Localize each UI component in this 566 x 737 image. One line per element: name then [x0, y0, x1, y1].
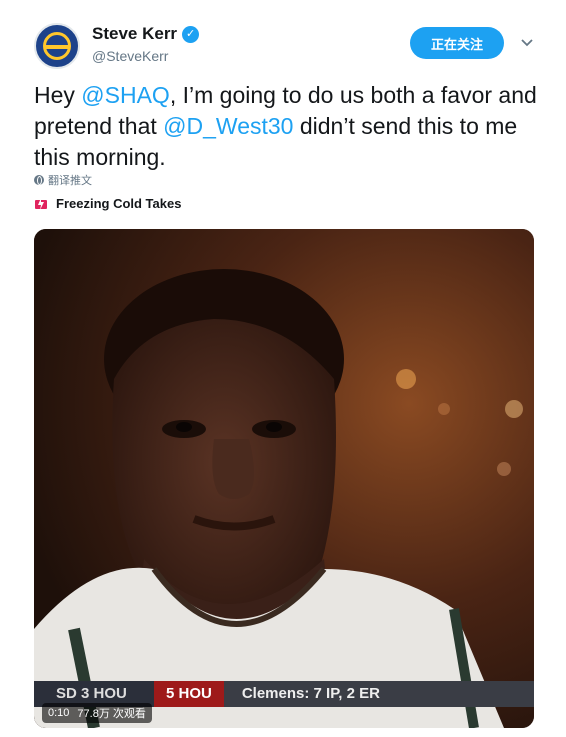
mention-link[interactable]: @D_West30: [163, 113, 293, 139]
moment-label: Freezing Cold Takes: [56, 196, 182, 211]
avatar[interactable]: [34, 23, 80, 69]
display-name[interactable]: Steve Kerr: [92, 24, 177, 44]
user-handle[interactable]: @SteveKerr: [92, 48, 168, 64]
ticker-mid: 5 HOU: [154, 681, 224, 707]
ticker-right: Clemens: 7 IP, 2 ER: [223, 681, 534, 707]
view-count: 77.8万 次观看: [77, 708, 146, 720]
name-row: Steve Kerr ✓: [92, 24, 200, 44]
warriors-logo-bridge: [46, 45, 68, 49]
lightning-icon: [35, 197, 47, 210]
globe-icon: [34, 175, 44, 185]
video-frame: [34, 229, 534, 728]
mention-link[interactable]: @SHAQ: [81, 82, 170, 108]
video-duration: 0:10: [48, 707, 70, 719]
tweet-text-part: Hey: [34, 82, 82, 108]
translate-tweet-link[interactable]: 翻译推文: [34, 172, 92, 188]
following-button[interactable]: 正在关注: [410, 27, 504, 59]
chevron-down-icon[interactable]: [520, 36, 534, 50]
video-player[interactable]: SD 3 HOU 5 HOU Clemens: 7 IP, 2 ER 0:10 …: [34, 229, 534, 728]
verified-badge-icon: ✓: [182, 25, 200, 43]
video-info-badge: 0:10 77.8万 次观看: [42, 703, 152, 723]
translate-label: 翻译推文: [48, 175, 92, 187]
tweet-text: Hey @SHAQ, I’m going to do us both a fav…: [34, 80, 544, 173]
moment-link[interactable]: Freezing Cold Takes: [34, 196, 181, 211]
